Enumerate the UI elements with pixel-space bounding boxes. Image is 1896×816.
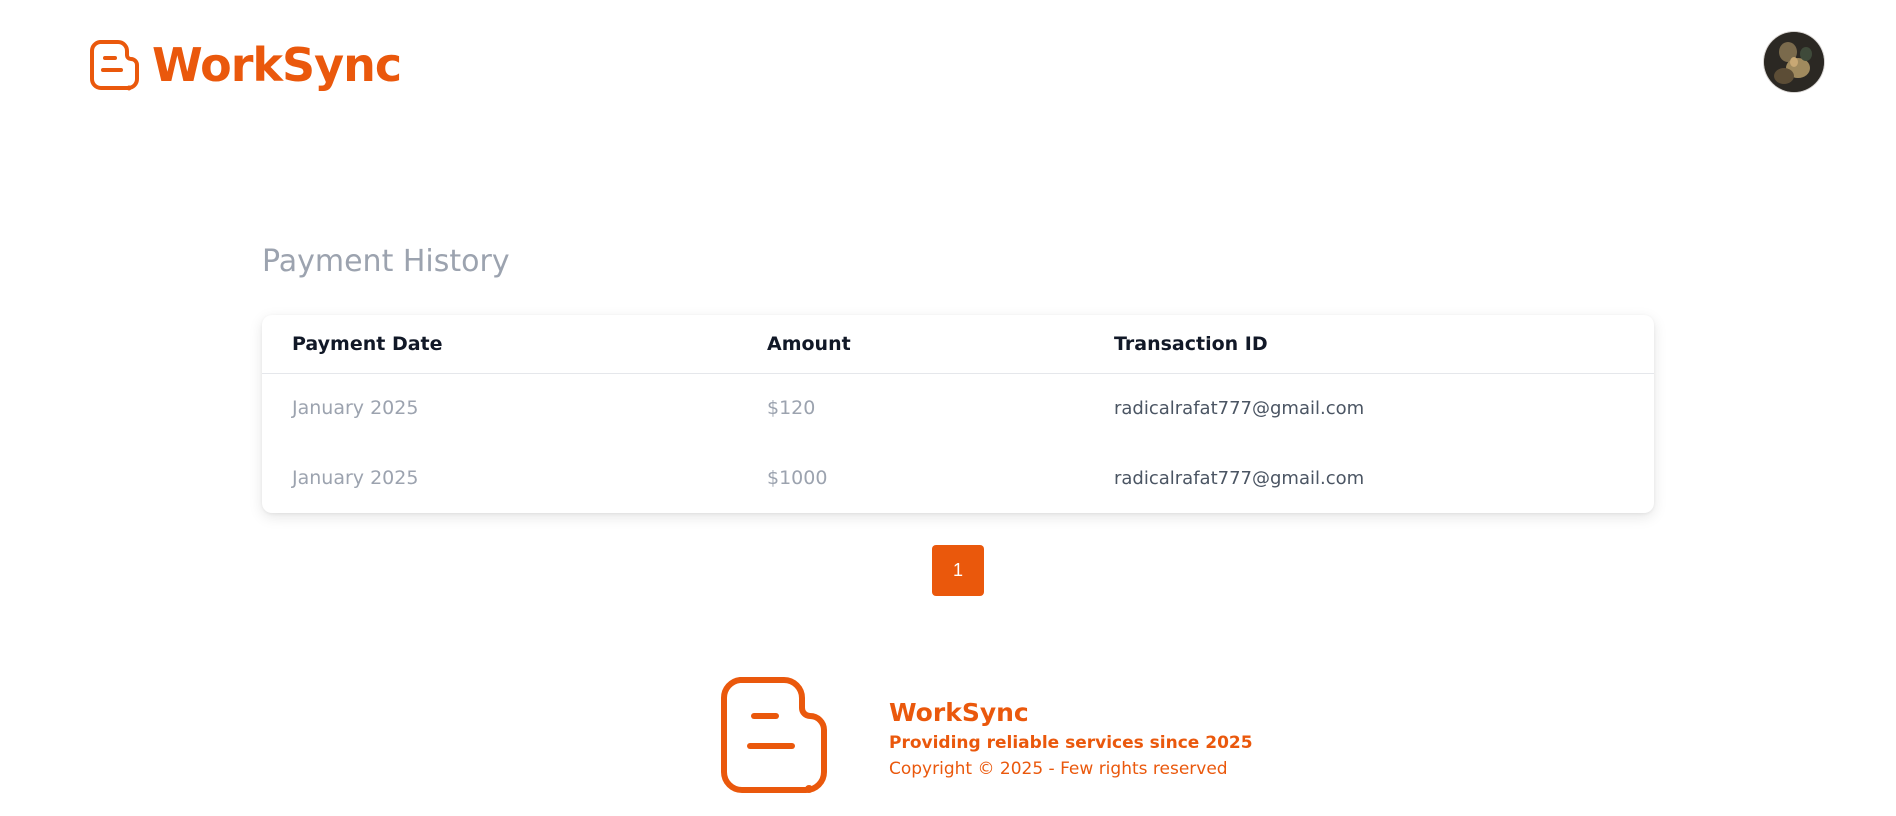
table-header-row: Payment Date Amount Transaction ID [262, 315, 1654, 373]
cell-payment-date: January 2025 [292, 397, 419, 420]
table-body: January 2025 $120 radicalrafat777@gmail.… [262, 373, 1654, 513]
column-header-transaction-id: Transaction ID [1114, 332, 1268, 355]
column-header-payment-date: Payment Date [292, 332, 443, 355]
cell-payment-date: January 2025 [292, 467, 419, 489]
table-row: January 2025 $1000 radicalrafat777@gmail… [262, 443, 1654, 513]
footer-tagline: Providing reliable services since 2025 [889, 733, 1253, 753]
page-button-1[interactable]: 1 [932, 545, 984, 596]
column-header-amount: Amount [767, 332, 851, 355]
document-chat-icon [720, 677, 827, 793]
brand-link[interactable]: WorkSync [88, 38, 402, 92]
cell-transaction-id: radicalrafat777@gmail.com [1114, 397, 1365, 419]
brand-name: WorkSync [152, 38, 402, 92]
footer-text-block: WorkSync Providing reliable services sin… [889, 698, 1253, 779]
footer: WorkSync Providing reliable services sin… [0, 670, 1896, 810]
footer-copyright: Copyright © 2025 - Few rights reserved [889, 759, 1228, 779]
table-header: Payment Date Amount Transaction ID [262, 315, 1654, 373]
payment-history-table: Payment Date Amount Transaction ID Janua… [262, 315, 1654, 513]
cell-amount: $120 [767, 397, 816, 420]
footer-brand-name: WorkSync [889, 698, 1029, 727]
payments-table: Payment Date Amount Transaction ID Janua… [262, 315, 1654, 513]
page: WorkSync Payment History Payment Date Am… [0, 0, 1896, 816]
user-avatar[interactable] [1764, 32, 1824, 92]
cell-amount: $1000 [767, 467, 828, 489]
cell-transaction-id: radicalrafat777@gmail.com [1114, 467, 1365, 489]
page-title: Payment History [262, 244, 510, 279]
top-navbar: WorkSync [0, 0, 1896, 130]
document-chat-icon [89, 40, 139, 91]
pagination: 1 [932, 545, 984, 596]
table-row: January 2025 $120 radicalrafat777@gmail.… [262, 373, 1654, 443]
avatar-photo [1764, 32, 1824, 92]
